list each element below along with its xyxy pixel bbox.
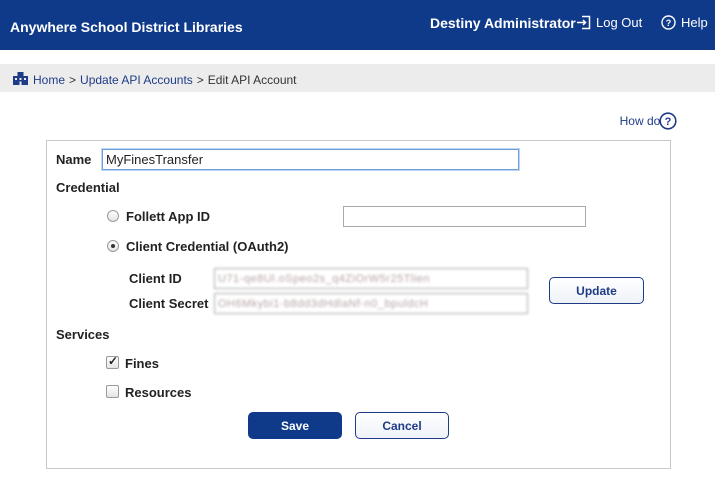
services-label: Services — [56, 327, 110, 342]
breadcrumb-home[interactable]: Home — [33, 73, 65, 87]
client-secret-label: Client Secret — [129, 296, 209, 311]
follett-app-id-radio[interactable] — [107, 210, 119, 222]
user-name: Destiny Administrator — [430, 15, 576, 31]
fines-label: Fines — [125, 356, 159, 371]
follett-app-id-input[interactable] — [343, 206, 586, 227]
breadcrumb-separator: > — [196, 73, 204, 87]
name-label: Name — [56, 152, 92, 167]
breadcrumb-separator: > — [69, 73, 77, 87]
help-link[interactable]: ? Help — [661, 15, 708, 30]
logout-label: Log Out — [596, 15, 643, 30]
help-label: Help — [681, 15, 708, 30]
resources-checkbox[interactable] — [106, 385, 119, 398]
school-home-icon — [12, 71, 29, 89]
client-credential-radio[interactable] — [107, 240, 119, 252]
breadcrumb-bar: Home > Update API Accounts > Edit API Ac… — [0, 64, 715, 92]
client-secret-input[interactable] — [214, 293, 528, 314]
breadcrumb: Home > Update API Accounts > Edit API Ac… — [12, 71, 297, 89]
resources-label: Resources — [125, 385, 192, 400]
client-id-label: Client ID — [129, 271, 182, 286]
update-button[interactable]: Update — [549, 277, 644, 304]
cancel-button[interactable]: Cancel — [355, 412, 449, 439]
breadcrumb-current: Edit API Account — [207, 73, 297, 87]
top-header: Anywhere School District Libraries Desti… — [0, 0, 715, 50]
logout-link[interactable]: Log Out — [576, 15, 642, 30]
save-button[interactable]: Save — [248, 412, 342, 439]
name-input[interactable] — [102, 149, 519, 170]
credential-label: Credential — [56, 180, 120, 195]
fines-checkbox[interactable] — [106, 354, 119, 369]
help-icon: ? — [661, 15, 676, 30]
logout-icon — [576, 15, 591, 30]
follett-app-id-label: Follett App ID — [126, 209, 211, 224]
app-title: Anywhere School District Libraries — [10, 19, 243, 35]
client-credential-label: Client Credential (OAuth2) — [126, 239, 289, 254]
svg-text:?: ? — [665, 116, 672, 128]
question-circle-icon[interactable]: ? — [659, 112, 677, 133]
svg-text:?: ? — [666, 18, 672, 28]
client-id-input[interactable] — [214, 268, 528, 289]
breadcrumb-update-api-accounts[interactable]: Update API Accounts — [80, 73, 193, 87]
